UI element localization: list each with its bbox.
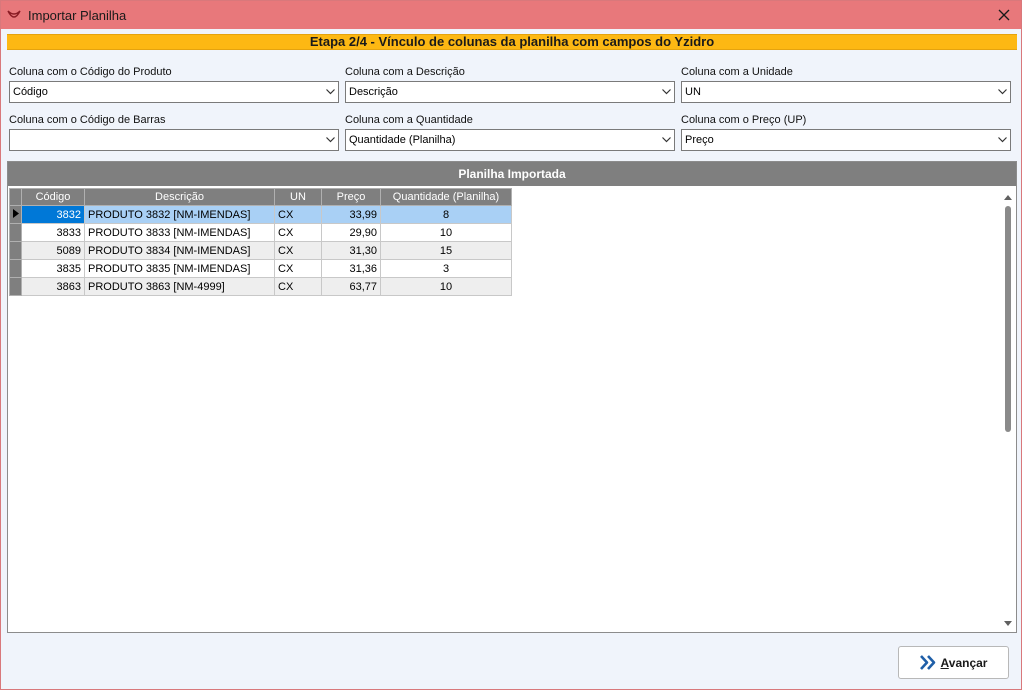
cell-quantity[interactable]: 10 xyxy=(380,277,512,296)
column-header-price[interactable]: Preço xyxy=(321,188,381,206)
cell-price[interactable]: 29,90 xyxy=(321,223,381,242)
description-select[interactable]: Descrição xyxy=(345,81,675,103)
row-indicator xyxy=(9,223,22,242)
cell-price[interactable]: 63,77 xyxy=(321,277,381,296)
barcode-select[interactable] xyxy=(9,129,339,151)
column-header-unit[interactable]: UN xyxy=(274,188,322,206)
barcode-label: Coluna com o Código de Barras xyxy=(9,114,166,126)
product-code-select[interactable]: Código xyxy=(9,81,339,103)
app-logo-icon xyxy=(6,7,22,23)
next-label-mnemonic: A xyxy=(940,655,949,670)
scroll-up-icon[interactable] xyxy=(1001,190,1015,204)
cell-code[interactable]: 3832 xyxy=(21,205,85,224)
cell-description[interactable]: PRODUTO 3834 [NM-IMENDAS] xyxy=(84,241,275,260)
table-header-row: Código Descrição UN Preço Quantidade (Pl… xyxy=(9,188,512,206)
cell-code[interactable]: 5089 xyxy=(21,241,85,260)
row-selected-arrow-icon xyxy=(9,205,22,224)
field-product-code: Coluna com o Código do Produto Código xyxy=(9,66,339,103)
column-header-code[interactable]: Código xyxy=(21,188,85,206)
chevron-down-icon xyxy=(322,130,338,150)
row-indicator xyxy=(9,277,22,296)
table-row[interactable]: 5089 PRODUTO 3834 [NM-IMENDAS] CX 31,30 … xyxy=(9,241,512,260)
table-row[interactable]: 3832 PRODUTO 3832 [NM-IMENDAS] CX 33,99 … xyxy=(9,205,512,224)
cell-quantity[interactable]: 3 xyxy=(380,259,512,278)
cell-unit[interactable]: CX xyxy=(274,205,322,224)
cell-quantity[interactable]: 8 xyxy=(380,205,512,224)
cell-description[interactable]: PRODUTO 3832 [NM-IMENDAS] xyxy=(84,205,275,224)
table-row[interactable]: 3863 PRODUTO 3863 [NM-4999] CX 63,77 10 xyxy=(9,277,512,296)
table-row[interactable]: 3833 PRODUTO 3833 [NM-IMENDAS] CX 29,90 … xyxy=(9,223,512,242)
quantity-select[interactable]: Quantidade (Planilha) xyxy=(345,129,675,151)
chevron-down-icon xyxy=(658,82,674,102)
field-description: Coluna com a Descrição Descrição xyxy=(345,66,675,103)
double-chevron-right-icon xyxy=(919,655,938,671)
close-icon xyxy=(998,9,1010,21)
description-label: Coluna com a Descrição xyxy=(345,66,465,78)
field-quantity: Coluna com a Quantidade Quantidade (Plan… xyxy=(345,114,675,151)
description-value: Descrição xyxy=(349,86,398,98)
cell-quantity[interactable]: 15 xyxy=(380,241,512,260)
title-bar: Importar Planilha xyxy=(1,1,1021,29)
cell-code[interactable]: 3863 xyxy=(21,277,85,296)
close-button[interactable] xyxy=(987,1,1021,29)
cell-code[interactable]: 3833 xyxy=(21,223,85,242)
cell-price[interactable]: 31,30 xyxy=(321,241,381,260)
column-header-description[interactable]: Descrição xyxy=(84,188,275,206)
cell-unit[interactable]: CX xyxy=(274,259,322,278)
vertical-scrollbar[interactable] xyxy=(1001,188,1015,632)
stage-banner: Etapa 2/4 - Vínculo de colunas da planil… xyxy=(7,34,1017,50)
imported-spreadsheet-table: Código Descrição UN Preço Quantidade (Pl… xyxy=(9,188,512,296)
column-header-quantity[interactable]: Quantidade (Planilha) xyxy=(380,188,512,206)
cell-quantity[interactable]: 10 xyxy=(380,223,512,242)
price-value: Preço xyxy=(685,134,714,146)
row-indicator-header xyxy=(9,188,22,206)
chevron-down-icon xyxy=(994,82,1010,102)
cell-unit[interactable]: CX xyxy=(274,241,322,260)
scrollbar-thumb[interactable] xyxy=(1005,206,1011,432)
unit-label: Coluna com a Unidade xyxy=(681,66,793,78)
cell-price[interactable]: 33,99 xyxy=(321,205,381,224)
cell-price[interactable]: 31,36 xyxy=(321,259,381,278)
chevron-down-icon xyxy=(994,130,1010,150)
unit-value: UN xyxy=(685,86,701,98)
quantity-label: Coluna com a Quantidade xyxy=(345,114,473,126)
cell-unit[interactable]: CX xyxy=(274,223,322,242)
unit-select[interactable]: UN xyxy=(681,81,1011,103)
next-button-label: Avançar xyxy=(941,656,988,670)
cell-unit[interactable]: CX xyxy=(274,277,322,296)
window-title: Importar Planilha xyxy=(28,7,127,23)
row-indicator xyxy=(9,259,22,278)
table-row[interactable]: 3835 PRODUTO 3835 [NM-IMENDAS] CX 31,36 … xyxy=(9,259,512,278)
cell-description[interactable]: PRODUTO 3863 [NM-4999] xyxy=(84,277,275,296)
cell-code[interactable]: 3835 xyxy=(21,259,85,278)
next-button[interactable]: Avançar xyxy=(898,646,1009,679)
import-spreadsheet-window: Importar Planilha Etapa 2/4 - Vínculo de… xyxy=(0,0,1022,690)
field-price: Coluna com o Preço (UP) Preço xyxy=(681,114,1011,151)
grid-title: Planilha Importada xyxy=(8,162,1016,186)
row-indicator xyxy=(9,241,22,260)
price-label: Coluna com o Preço (UP) xyxy=(681,114,807,126)
cell-description[interactable]: PRODUTO 3835 [NM-IMENDAS] xyxy=(84,259,275,278)
product-code-value: Código xyxy=(13,86,48,98)
price-select[interactable]: Preço xyxy=(681,129,1011,151)
next-label-rest: vançar xyxy=(948,655,988,670)
scroll-down-icon[interactable] xyxy=(1001,616,1015,630)
field-barcode: Coluna com o Código de Barras xyxy=(9,114,339,151)
chevron-down-icon xyxy=(658,130,674,150)
field-unit: Coluna com a Unidade UN xyxy=(681,66,1011,103)
cell-description[interactable]: PRODUTO 3833 [NM-IMENDAS] xyxy=(84,223,275,242)
quantity-value: Quantidade (Planilha) xyxy=(349,134,456,146)
chevron-down-icon xyxy=(322,82,338,102)
product-code-label: Coluna com o Código do Produto xyxy=(9,66,172,78)
imported-spreadsheet-panel: Planilha Importada Código Descrição UN P… xyxy=(7,161,1017,633)
